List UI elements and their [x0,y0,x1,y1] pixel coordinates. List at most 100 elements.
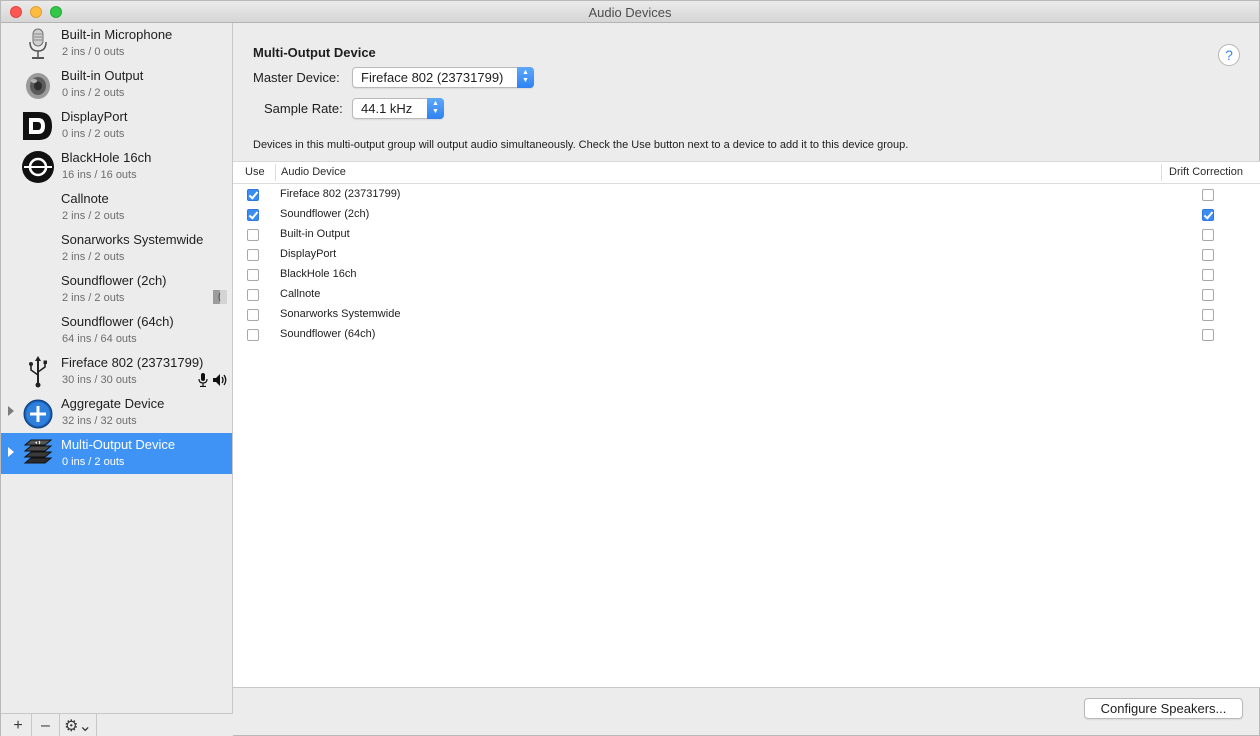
device-name: Sonarworks Systemwide [61,232,204,247]
window-title: Audio Devices [588,5,672,20]
table-row: Callnote [233,285,1260,305]
audio-devices-window: Audio Devices Built-in Microphone 2 ins … [0,0,1260,736]
device-item-built-in-output[interactable]: Built-in Output 0 ins / 2 outs [1,64,232,105]
use-checkbox[interactable] [247,289,259,301]
speaker-icon [26,73,50,99]
column-header-drift-correction[interactable]: Drift Correction [1169,166,1243,178]
master-device-label: Master Device: [253,70,340,85]
device-name: Built-in Microphone [61,27,173,42]
table-row: Built-in Output [233,225,1260,245]
audio-device-cell: DisplayPort [280,248,337,260]
device-io: 2 ins / 0 outs [62,46,125,58]
disclosure-triangle-icon[interactable] [8,447,14,457]
default-input-mic-icon [198,373,208,387]
device-item-sonarworks[interactable]: Sonarworks Systemwide 2 ins / 2 outs [1,228,232,269]
configure-speakers-button[interactable]: Configure Speakers... [1084,698,1243,719]
device-item-soundflower-64ch[interactable]: Soundflower (64ch) 64 ins / 64 outs [1,310,232,351]
drift-correction-checkbox[interactable] [1202,249,1214,261]
sample-rate-label: Sample Rate: [264,101,343,116]
disclosure-triangle-icon[interactable] [8,406,14,416]
add-device-button[interactable]: + [5,714,32,736]
table-row: Fireface 802 (23731799) [233,185,1260,205]
sample-rate-value: 44.1 kHz [361,101,413,116]
device-item-fireface-802[interactable]: Fireface 802 (23731799) 30 ins / 30 outs [1,351,232,392]
device-detail-panel: Multi-Output Device ? Master Device: Fir… [233,23,1260,736]
column-header-use[interactable]: Use [245,166,265,178]
use-checkbox[interactable] [247,269,259,281]
column-header-audio-device[interactable]: Audio Device [281,166,346,178]
device-name: Callnote [61,191,109,206]
help-button[interactable]: ? [1218,44,1240,66]
drift-correction-checkbox[interactable] [1202,269,1214,281]
device-title: Multi-Output Device [253,45,376,60]
gear-menu-button[interactable]: ⚙⌄ [60,714,97,736]
table-row: Sonarworks Systemwide [233,305,1260,325]
drift-correction-checkbox[interactable] [1202,189,1214,201]
master-device-popup[interactable]: Fireface 802 (23731799) ▲ ▼ [352,67,534,88]
device-name: BlackHole 16ch [61,150,152,165]
popup-chevron-icon: ▲ ▼ [517,67,534,88]
use-checkbox[interactable] [247,209,259,221]
displayport-icon [23,112,52,140]
usb-icon [29,356,47,388]
title-bar: Audio Devices [1,1,1259,23]
sample-rate-popup[interactable]: 44.1 kHz ▲ ▼ [352,98,444,119]
device-io: 32 ins / 32 outs [62,415,137,427]
device-name: Multi-Output Device [61,437,176,452]
device-io: 0 ins / 2 outs [62,456,125,468]
device-name: Soundflower (2ch) [61,273,167,288]
device-io: 64 ins / 64 outs [62,333,137,345]
use-checkbox[interactable] [247,329,259,341]
device-item-displayport[interactable]: DisplayPort 0 ins / 2 outs [1,105,232,146]
audio-device-cell: Sonarworks Systemwide [280,308,401,320]
table-row: Soundflower (2ch) [233,205,1260,225]
column-separator [1161,164,1162,181]
device-item-built-in-microphone[interactable]: Built-in Microphone 2 ins / 0 outs [1,23,232,64]
drift-correction-checkbox[interactable] [1202,209,1214,221]
drift-correction-checkbox[interactable] [1202,229,1214,241]
default-output-speaker-icon [213,374,227,386]
device-io: 0 ins / 2 outs [62,128,125,140]
table-header: Use Audio Device Drift Correction [233,162,1260,184]
audio-device-cell: Fireface 802 (23731799) [280,188,401,200]
device-item-aggregate-device[interactable]: Aggregate Device 32 ins / 32 outs [1,392,232,433]
blackhole-icon [22,151,54,183]
finder-icon [213,290,227,304]
table-row: Soundflower (64ch) [233,325,1260,345]
use-checkbox[interactable] [247,189,259,201]
popup-chevron-icon: ▲ ▼ [427,98,444,119]
device-name: Fireface 802 (23731799) [61,355,204,370]
use-checkbox[interactable] [247,309,259,321]
device-item-multi-output-device[interactable]: Multi-Output Device 0 ins / 2 outs [1,433,232,474]
multi-output-icon [23,439,53,464]
description-text: Devices in this multi-output group will … [253,139,909,151]
device-name: Aggregate Device [61,396,165,411]
sidebar-toolbar: + – ⚙⌄ [1,713,233,736]
device-item-soundflower-2ch[interactable]: Soundflower (2ch) 2 ins / 2 outs [1,269,232,310]
device-io: 2 ins / 2 outs [62,210,125,222]
drift-correction-checkbox[interactable] [1202,289,1214,301]
audio-device-cell: Built-in Output [280,228,350,240]
device-name: DisplayPort [61,109,128,124]
column-separator [275,164,276,181]
device-sidebar: Built-in Microphone 2 ins / 0 outs Built… [1,23,233,713]
master-device-value: Fireface 802 (23731799) [361,70,504,85]
use-checkbox[interactable] [247,229,259,241]
use-checkbox[interactable] [247,249,259,261]
audio-device-cell: Callnote [280,288,321,300]
device-name: Soundflower (64ch) [61,314,174,329]
device-io: 2 ins / 2 outs [62,251,125,263]
device-name: Built-in Output [61,68,144,83]
audio-device-cell: Soundflower (2ch) [280,208,370,220]
device-io: 0 ins / 2 outs [62,87,125,99]
table-row: BlackHole 16ch [233,265,1260,285]
device-item-callnote[interactable]: Callnote 2 ins / 2 outs [1,187,232,228]
device-item-blackhole[interactable]: BlackHole 16ch 16 ins / 16 outs [1,146,232,187]
table-row: DisplayPort [233,245,1260,265]
remove-device-button[interactable]: – [32,714,60,736]
audio-device-cell: BlackHole 16ch [280,268,357,280]
drift-correction-checkbox[interactable] [1202,329,1214,341]
device-table: Use Audio Device Drift Correction Firefa… [233,161,1260,688]
drift-correction-checkbox[interactable] [1202,309,1214,321]
aggregate-plus-icon [23,399,53,429]
